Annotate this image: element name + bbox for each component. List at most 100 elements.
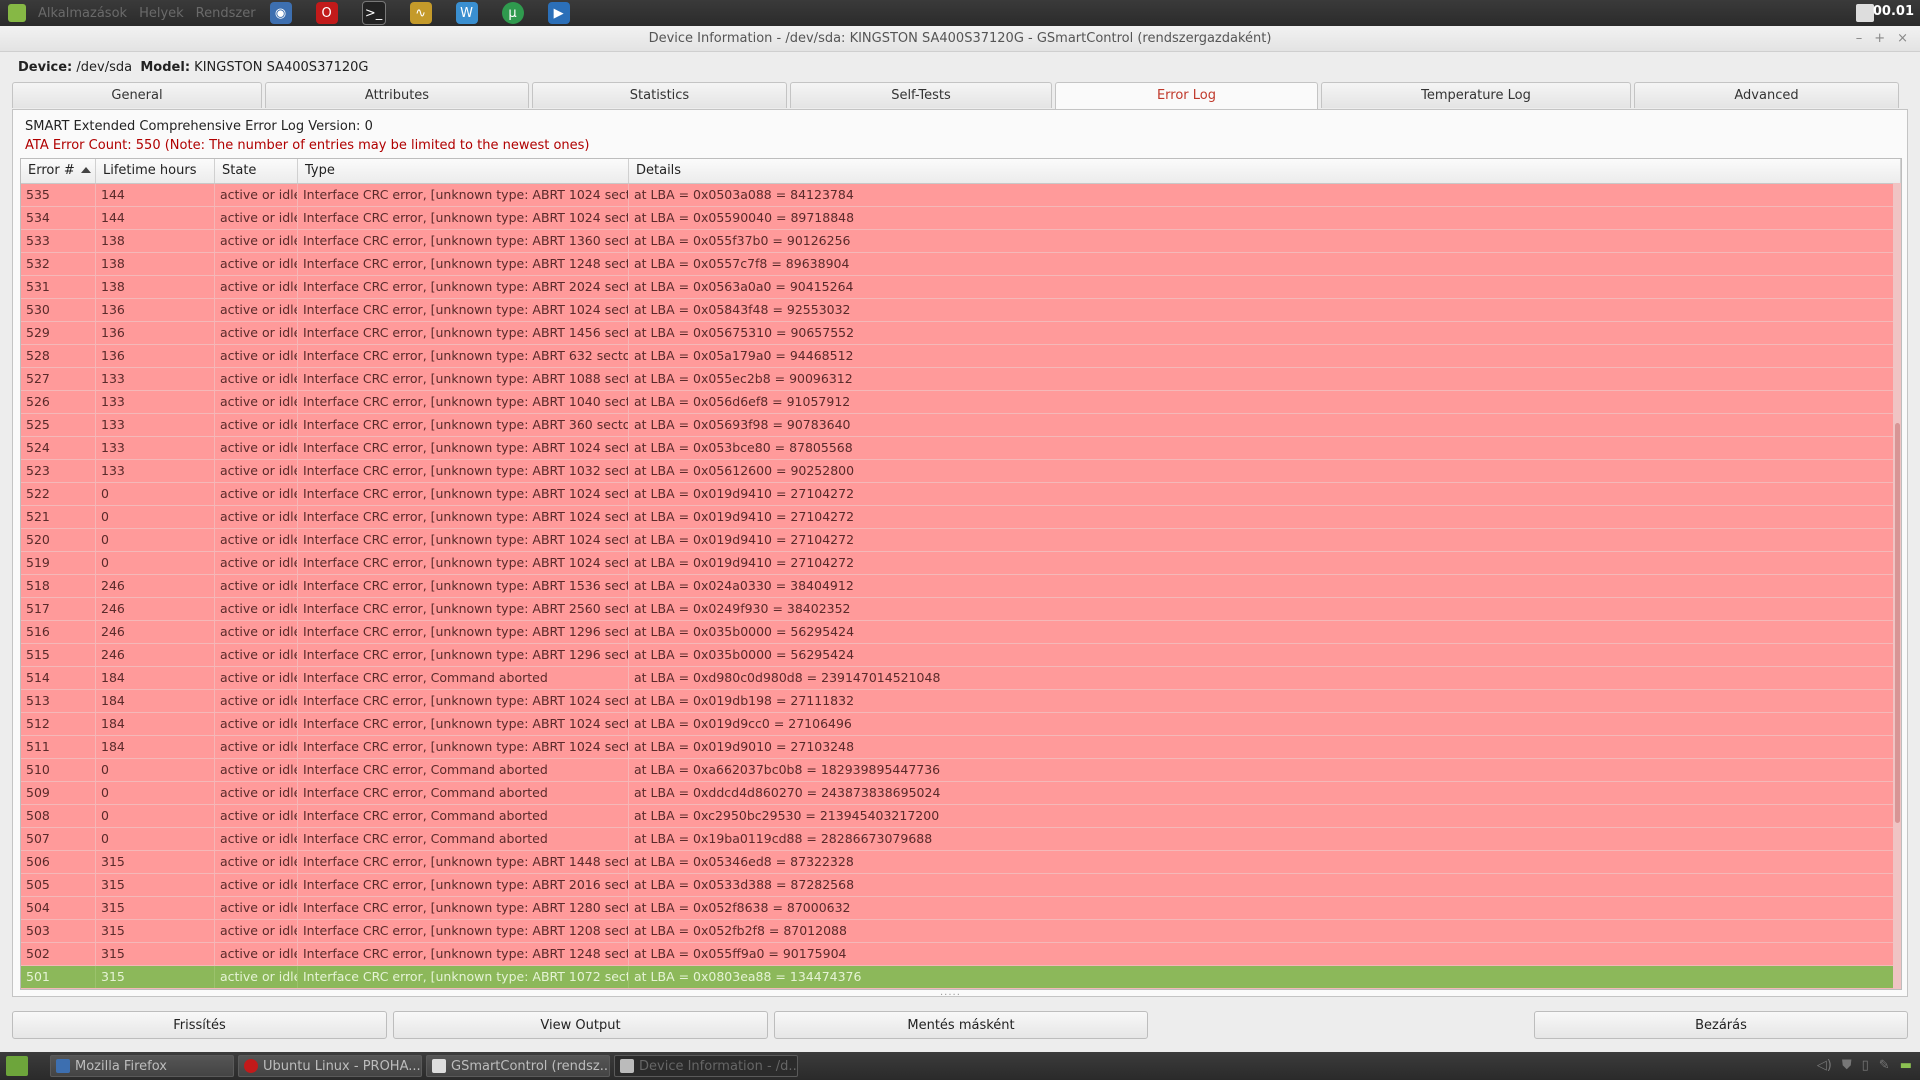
table-row[interactable]: 505 315 active or idle Interface CRC error,… bbox=[21, 874, 1901, 897]
table-row[interactable]: 534 144 active or idle Interface CRC error,… bbox=[21, 207, 1901, 230]
column-header-lifetime-hours[interactable]: Lifetime hours bbox=[96, 159, 215, 183]
writer-launcher-icon[interactable]: W bbox=[455, 2, 478, 24]
tab-error-log[interactable]: Error Log bbox=[1055, 82, 1318, 110]
opera-launcher-icon[interactable]: O bbox=[315, 2, 338, 24]
table-row[interactable]: 520 0 active or idle Interface CRC error, [… bbox=[21, 529, 1901, 552]
close-button[interactable]: Bezárás bbox=[1534, 1011, 1908, 1039]
window-titlebar[interactable]: Device Information - /dev/sda: KINGSTON … bbox=[0, 26, 1920, 52]
shield-icon[interactable]: ⛊ bbox=[1842, 1058, 1852, 1073]
table-row[interactable]: 502 315 active or idle Interface CRC error,… bbox=[21, 943, 1901, 966]
minimize-button[interactable]: – bbox=[1856, 26, 1863, 51]
table-row[interactable]: 531 138 active or idle Interface CRC error,… bbox=[21, 276, 1901, 299]
column-header-details[interactable]: Details bbox=[629, 159, 1901, 183]
table-row[interactable]: 533 138 active or idle Interface CRC error,… bbox=[21, 230, 1901, 253]
cell-state: active or idle bbox=[215, 690, 298, 712]
maximize-button[interactable]: + bbox=[1874, 26, 1885, 51]
table-row[interactable]: 507 0 active or idle Interface CRC error, C… bbox=[21, 828, 1901, 851]
cell-details: at LBA = 0x05a179a0 = 94468512 bbox=[629, 345, 1901, 367]
table-row[interactable]: 527 133 active or idle Interface CRC error,… bbox=[21, 368, 1901, 391]
tab-general[interactable]: General bbox=[12, 82, 262, 108]
table-row[interactable]: 525 133 active or idle Interface CRC error,… bbox=[21, 414, 1901, 437]
device-info-icon bbox=[620, 1059, 634, 1073]
cell-details: at LBA = 0x024a0330 = 38404912 bbox=[629, 575, 1901, 597]
column-header-error-number[interactable]: Error # bbox=[21, 159, 96, 183]
vertical-scrollbar[interactable] bbox=[1893, 183, 1901, 989]
table-row[interactable]: 524 133 active or idle Interface CRC error,… bbox=[21, 437, 1901, 460]
column-header-state[interactable]: State bbox=[215, 159, 298, 183]
table-row[interactable]: 532 138 active or idle Interface CRC error,… bbox=[21, 253, 1901, 276]
table-row[interactable]: 513 184 active or idle Interface CRC error,… bbox=[21, 690, 1901, 713]
cell-details: at LBA = 0x053bce80 = 87805568 bbox=[629, 437, 1901, 459]
task-opera[interactable]: Ubuntu Linux - PROHA... bbox=[238, 1055, 422, 1077]
table-row[interactable]: 530 136 active or idle Interface CRC error,… bbox=[21, 299, 1901, 322]
table-row[interactable]: 521 0 active or idle Interface CRC error, [… bbox=[21, 506, 1901, 529]
view-output-button[interactable]: View Output bbox=[393, 1011, 768, 1039]
firefox-launcher-icon[interactable]: ◉ bbox=[269, 2, 292, 24]
network-icon[interactable] bbox=[1856, 4, 1874, 22]
table-row[interactable]: 528 136 active or idle Interface CRC error,… bbox=[21, 345, 1901, 368]
clock[interactable]: 00.01 bbox=[1873, 4, 1914, 19]
menu-places[interactable]: Helyek bbox=[139, 6, 184, 21]
table-row[interactable]: 523 133 active or idle Interface CRC error,… bbox=[21, 460, 1901, 483]
terminal-launcher-icon[interactable]: >_ bbox=[361, 1, 386, 25]
menu-applications[interactable]: Alkalmazások bbox=[38, 6, 127, 21]
refresh-button[interactable]: Frissítés bbox=[12, 1011, 387, 1039]
task-firefox[interactable]: Mozilla Firefox bbox=[50, 1055, 234, 1077]
table-row[interactable]: 514 184 active or idle Interface CRC error,… bbox=[21, 667, 1901, 690]
table-row[interactable]: 517 246 active or idle Interface CRC error,… bbox=[21, 598, 1901, 621]
table-row[interactable]: 504 315 active or idle Interface CRC error,… bbox=[21, 897, 1901, 920]
table-row[interactable]: 503 315 active or idle Interface CRC error,… bbox=[21, 920, 1901, 943]
error-log-table[interactable]: Error # Lifetime hours State Type Detail… bbox=[20, 158, 1902, 990]
save-as-button[interactable]: Mentés másként bbox=[774, 1011, 1148, 1039]
table-row[interactable]: 506 315 active or idle Interface CRC error,… bbox=[21, 851, 1901, 874]
scrollbar-thumb[interactable] bbox=[1895, 423, 1900, 823]
tab-attributes[interactable]: Attributes bbox=[265, 82, 529, 108]
cell-details: at LBA = 0x056d6ef8 = 91057912 bbox=[629, 391, 1901, 413]
cell-lifetime-hours: 184 bbox=[96, 736, 215, 758]
gsmartcontrol-icon bbox=[432, 1059, 446, 1073]
cell-details: at LBA = 0x0563a0a0 = 90415264 bbox=[629, 276, 1901, 298]
resize-grip-icon[interactable]: ····· bbox=[940, 990, 961, 1001]
table-row[interactable]: 526 133 active or idle Interface CRC error,… bbox=[21, 391, 1901, 414]
table-row[interactable]: 529 136 active or idle Interface CRC error,… bbox=[21, 322, 1901, 345]
tab-advanced[interactable]: Advanced bbox=[1634, 82, 1899, 108]
system-monitor-launcher-icon[interactable]: ∿ bbox=[409, 2, 432, 24]
pencil-icon[interactable]: ✎ bbox=[1879, 1058, 1890, 1073]
cell-state: active or idle bbox=[215, 598, 298, 620]
table-row[interactable]: 509 0 active or idle Interface CRC error, C… bbox=[21, 782, 1901, 805]
tab-self-tests[interactable]: Self-Tests bbox=[790, 82, 1052, 108]
table-row[interactable]: 510 0 active or idle Interface CRC error, C… bbox=[21, 759, 1901, 782]
mint-logo-icon[interactable] bbox=[8, 4, 26, 22]
menu-system[interactable]: Rendszer bbox=[196, 6, 256, 21]
table-row[interactable]: 515 246 active or idle Interface CRC error,… bbox=[21, 644, 1901, 667]
table-row[interactable]: 501 315 active or idle Interface CRC error,… bbox=[21, 966, 1901, 989]
cell-error-number: 522 bbox=[21, 483, 96, 505]
close-window-button[interactable]: × bbox=[1897, 26, 1908, 51]
column-header-type[interactable]: Type bbox=[298, 159, 629, 183]
table-row[interactable]: 508 0 active or idle Interface CRC error, C… bbox=[21, 805, 1901, 828]
cell-state: active or idle bbox=[215, 920, 298, 942]
show-desktop-icon[interactable] bbox=[6, 1056, 28, 1076]
tab-temperature-log[interactable]: Temperature Log bbox=[1321, 82, 1631, 108]
table-row[interactable]: 535 144 active or idle Interface CRC error,… bbox=[21, 184, 1901, 207]
volume-icon[interactable]: ◁) bbox=[1817, 1058, 1832, 1073]
cell-error-number: 517 bbox=[21, 598, 96, 620]
torrent-launcher-icon[interactable]: μ bbox=[501, 2, 524, 24]
media-player-launcher-icon[interactable]: ▶ bbox=[547, 2, 570, 24]
table-row[interactable]: 512 184 active or idle Interface CRC error,… bbox=[21, 713, 1901, 736]
table-row[interactable]: 519 0 active or idle Interface CRC error, [… bbox=[21, 552, 1901, 575]
cell-type: Interface CRC error, [unknown type: ABRT… bbox=[298, 943, 629, 965]
table-row[interactable]: 522 0 active or idle Interface CRC error, [… bbox=[21, 483, 1901, 506]
cell-error-number: 533 bbox=[21, 230, 96, 252]
table-row[interactable]: 511 184 active or idle Interface CRC error,… bbox=[21, 736, 1901, 759]
task-gsmartcontrol[interactable]: GSmartControl (rendsz... bbox=[426, 1055, 610, 1077]
task-device-information[interactable]: Device Information - /d... bbox=[614, 1055, 798, 1077]
table-row[interactable]: 516 246 active or idle Interface CRC error,… bbox=[21, 621, 1901, 644]
cell-type: Interface CRC error, [unknown type: ABRT… bbox=[298, 897, 629, 919]
table-row[interactable]: 518 246 active or idle Interface CRC error,… bbox=[21, 575, 1901, 598]
battery-icon[interactable]: ▬ bbox=[1900, 1058, 1912, 1073]
table-header: Error # Lifetime hours State Type Detail… bbox=[21, 159, 1901, 184]
cell-state: active or idle bbox=[215, 483, 298, 505]
tab-statistics[interactable]: Statistics bbox=[532, 82, 787, 108]
clipboard-icon[interactable]: ▯ bbox=[1862, 1058, 1869, 1073]
